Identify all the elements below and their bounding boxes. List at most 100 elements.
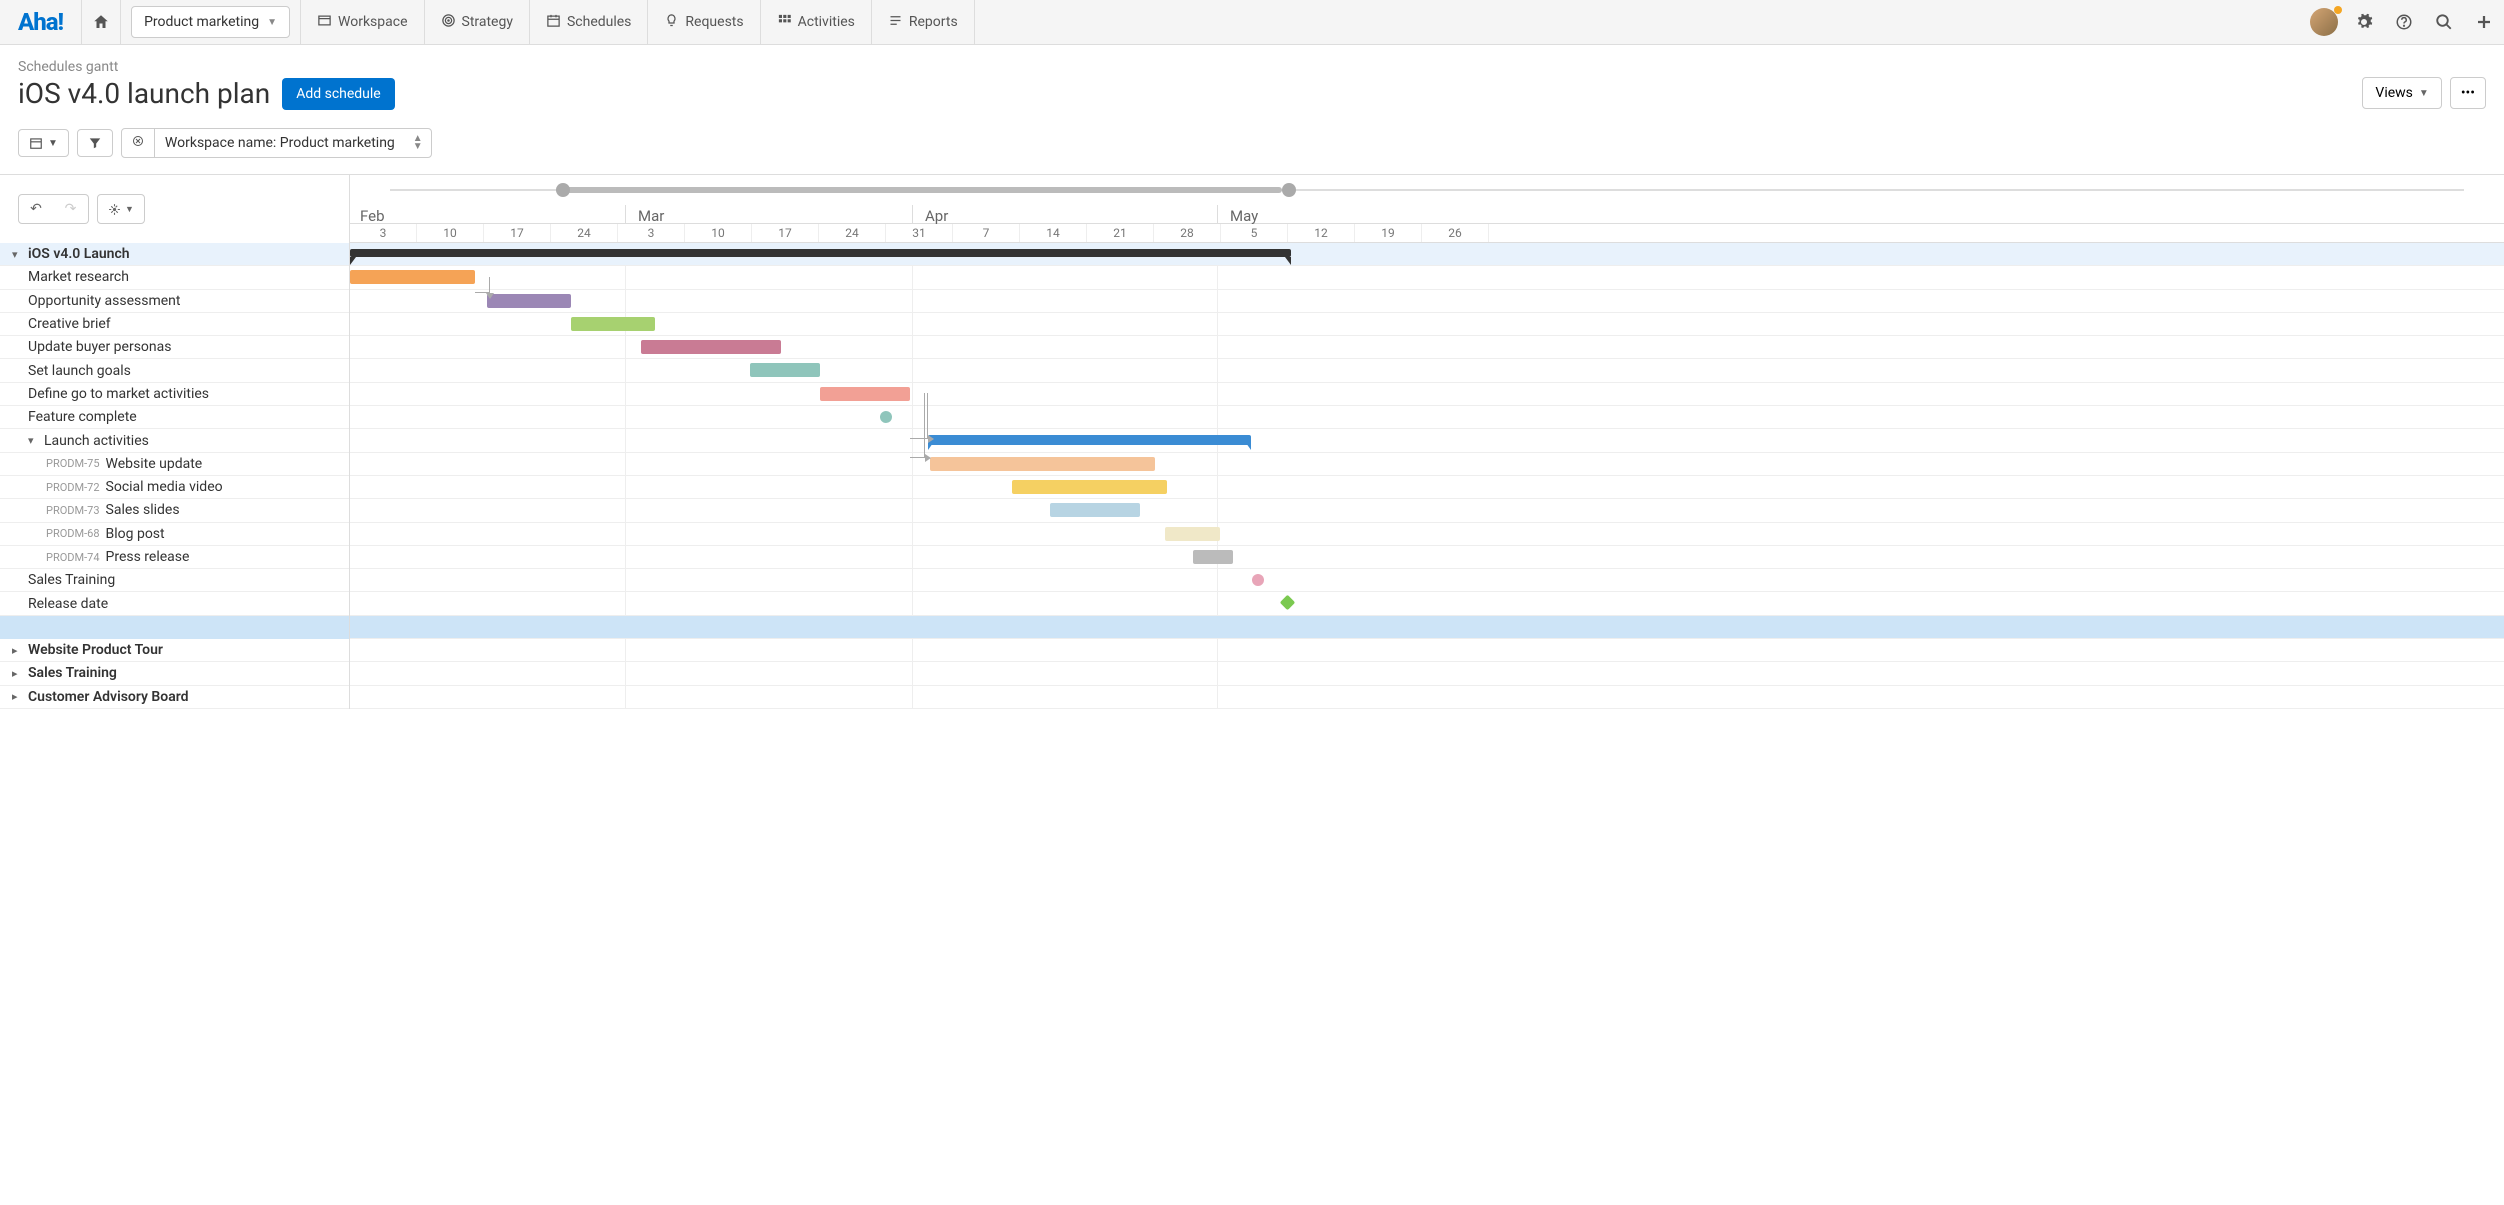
expand-toggle-icon[interactable] [28,434,44,447]
filter-button[interactable] [77,129,113,157]
gantt-row [350,639,2504,662]
more-menu-button[interactable]: ••• [2450,77,2486,109]
task-row[interactable]: Market research [0,266,349,289]
day-label: 17 [752,224,819,242]
views-dropdown[interactable]: Views▼ [2362,77,2441,109]
gantt-bar[interactable] [487,294,571,308]
nav-reports[interactable]: Reports [871,0,975,45]
gantt-bar[interactable] [641,340,781,354]
slider-handle-start[interactable] [556,183,570,197]
gantt-row [350,569,2504,592]
day-label: 12 [1288,224,1355,242]
gantt-row [350,243,2504,266]
expand-toggle-icon[interactable] [12,248,28,261]
nav-requests[interactable]: Requests [647,0,759,45]
workspace-dropdown-label: Product marketing [144,14,259,30]
month-label: Feb [360,207,385,225]
add-schedule-button[interactable]: Add schedule [282,78,395,110]
gantt-bar[interactable] [350,270,475,284]
caret-down-icon: ▼ [48,138,58,149]
left-toolbar: ↶ ↷ ▼ [0,175,349,243]
gantt-row [350,266,2504,289]
day-label: 17 [484,224,551,242]
task-row[interactable]: PRODM-68Blog post [0,523,349,546]
nav-schedules[interactable]: Schedules [529,0,647,45]
app-logo[interactable]: Aha! [0,8,81,36]
expand-toggle-icon[interactable] [12,690,28,703]
home-icon[interactable] [81,0,121,45]
caret-down-icon: ▼ [2419,88,2429,99]
task-row[interactable]: Set launch goals [0,359,349,382]
expand-toggle-icon[interactable] [12,667,28,680]
task-row[interactable]: Define go to market activities [0,383,349,406]
task-row[interactable]: Opportunity assessment [0,290,349,313]
top-nav: Aha! Product marketing ▼ Workspace Strat… [0,0,2504,45]
gantt-bar[interactable] [350,249,1291,257]
dependency-arrow-icon [928,435,934,443]
task-name: Social media video [106,479,223,495]
expand-toggle-icon[interactable] [12,644,28,657]
task-row[interactable]: Release date [0,592,349,615]
gantt-body [350,243,2504,709]
row-settings-button[interactable]: ▼ [97,194,145,224]
group-name: Customer Advisory Board [28,689,189,705]
task-name: Define go to market activities [28,386,209,402]
task-row[interactable]: PRODM-72Social media video [0,476,349,499]
milestone-marker[interactable] [1280,595,1296,611]
workspace-filter-pill[interactable]: Workspace name: Product marketing ▲▼ [121,128,432,158]
gantt-bar[interactable] [820,387,910,401]
task-name: Feature complete [28,409,137,425]
slider-handle-end[interactable] [1282,183,1296,197]
dependency-arrow-icon [486,293,494,299]
task-row[interactable]: Launch activities [0,429,349,452]
gantt-bar[interactable] [571,317,655,331]
date-range-button[interactable]: ▼ [18,129,69,157]
day-label: 24 [551,224,618,242]
task-row[interactable]: Feature complete [0,406,349,429]
settings-button[interactable] [2344,0,2384,45]
redo-button[interactable]: ↷ [53,194,89,224]
avatar-button[interactable] [2304,0,2344,45]
milestone-marker[interactable] [1252,574,1264,586]
help-icon [2395,13,2413,31]
workspace-dropdown[interactable]: Product marketing ▼ [131,6,290,38]
gantt-bar[interactable] [750,363,820,377]
gantt-row [350,453,2504,476]
group-row[interactable]: Sales Training [0,662,349,685]
remove-filter-icon[interactable] [122,129,155,157]
gantt-bar[interactable] [928,435,1251,445]
gantt-row [350,313,2504,336]
gantt-bar[interactable] [1165,527,1220,541]
nav-strategy[interactable]: Strategy [424,0,529,45]
gantt-bar[interactable] [1012,480,1167,494]
day-label: 19 [1355,224,1422,242]
nav-workspace[interactable]: Workspace [300,0,424,45]
search-button[interactable] [2424,0,2464,45]
gantt-bar[interactable] [930,457,1155,471]
task-row[interactable]: Sales Training [0,569,349,592]
task-row[interactable]: PRODM-74Press release [0,546,349,569]
undo-button[interactable]: ↶ [18,194,54,224]
task-row[interactable]: Update buyer personas [0,336,349,359]
group-row[interactable]: Website Product Tour [0,639,349,662]
filter-icon [88,136,102,150]
breadcrumb[interactable]: Schedules gantt [18,59,2486,75]
timeline-zoom-slider[interactable] [350,175,2504,205]
nav-activities[interactable]: Activities [760,0,871,45]
help-button[interactable] [2384,0,2424,45]
gantt-bar[interactable] [1050,503,1140,517]
gantt-bar[interactable] [1193,550,1233,564]
nav-label: Activities [798,14,855,30]
avatar [2310,8,2338,36]
milestone-marker[interactable] [880,411,892,423]
group-row[interactable]: Customer Advisory Board [0,686,349,709]
task-name: Opportunity assessment [28,293,181,309]
nav-label: Requests [685,14,743,30]
add-button[interactable] [2464,0,2504,45]
page-title: iOS v4.0 launch plan [18,77,270,110]
task-row[interactable]: iOS v4.0 Launch [0,243,349,266]
caret-down-icon: ▼ [125,204,134,215]
task-row[interactable]: Creative brief [0,313,349,336]
task-row[interactable]: PRODM-73Sales slides [0,499,349,522]
task-row[interactable]: PRODM-75Website update [0,453,349,476]
